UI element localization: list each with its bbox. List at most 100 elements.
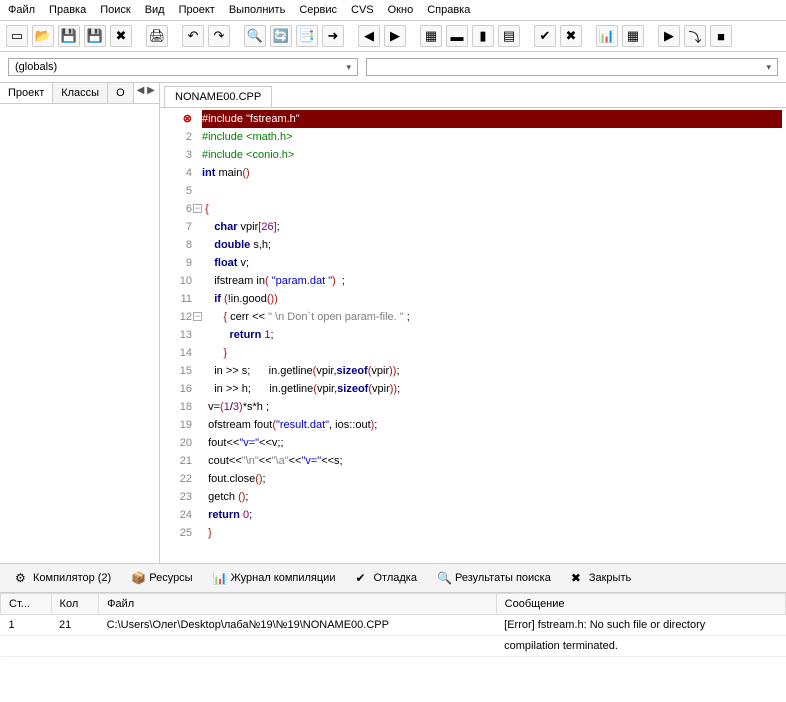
tab-label: Ресурсы bbox=[149, 572, 192, 584]
stop-button[interactable]: ■ bbox=[710, 25, 732, 47]
code-line[interactable]: #include <math.h> bbox=[202, 128, 782, 146]
code-line[interactable]: double s,h; bbox=[202, 236, 782, 254]
code-line[interactable]: in >> h; in.getline(vpir,sizeof(vpir)); bbox=[202, 380, 782, 398]
tab-label: Журнал компиляции bbox=[231, 572, 336, 584]
file-new-button[interactable]: ▭ bbox=[6, 25, 28, 47]
bottom-tab[interactable]: 📊Журнал компиляции bbox=[204, 568, 345, 588]
line-number: 6− bbox=[162, 200, 192, 218]
column-header[interactable]: Ст... bbox=[1, 594, 52, 615]
menu-item[interactable]: Правка bbox=[49, 4, 86, 16]
save-all-button[interactable]: 💾 bbox=[84, 25, 106, 47]
side-nav-arrows[interactable]: ◀ ▶ bbox=[134, 83, 158, 103]
code-line[interactable]: fout.close(); bbox=[202, 470, 782, 488]
line-number: 19 bbox=[162, 416, 192, 434]
replace-button[interactable]: 🔄 bbox=[270, 25, 292, 47]
menu-item[interactable]: Сервис bbox=[299, 4, 337, 16]
chart-button[interactable]: 📊 bbox=[596, 25, 618, 47]
code-line[interactable]: getch (); bbox=[202, 488, 782, 506]
code-line[interactable]: cout<<"\n"<<"\a"<<"v="<<s; bbox=[202, 452, 782, 470]
close-button[interactable]: ✖ bbox=[110, 25, 132, 47]
column-header[interactable]: Кол bbox=[51, 594, 99, 615]
goto-button[interactable]: ➜ bbox=[322, 25, 344, 47]
code-line[interactable]: #include "fstream.h" bbox=[202, 110, 782, 128]
menu-item[interactable]: Выполнить bbox=[229, 4, 285, 16]
code-line[interactable]: v=(1/3)*s*h ; bbox=[202, 398, 782, 416]
menu-item[interactable]: Окно bbox=[388, 4, 414, 16]
bottom-tab[interactable]: 📦Ресурсы bbox=[122, 568, 201, 588]
line-number: 10 bbox=[162, 272, 192, 290]
tile-h-button[interactable]: ▬ bbox=[446, 25, 468, 47]
file-tabs: NONAME00.CPP bbox=[160, 83, 786, 108]
line-number: 2 bbox=[162, 128, 192, 146]
check-button[interactable]: ✔ bbox=[534, 25, 556, 47]
line-number: 18 bbox=[162, 398, 192, 416]
redo-button[interactable]: ↷ bbox=[208, 25, 230, 47]
bottom-tab[interactable]: ✖Закрыть bbox=[562, 568, 640, 588]
undo-button[interactable]: ↶ bbox=[182, 25, 204, 47]
code-line[interactable]: if (!in.good()) bbox=[202, 290, 782, 308]
cascade-button[interactable]: ▤ bbox=[498, 25, 520, 47]
line-number: 4 bbox=[162, 164, 192, 182]
tab-label: Отладка bbox=[373, 572, 416, 584]
step-button[interactable]: ⤵ bbox=[684, 25, 706, 47]
print-button[interactable]: 🖨 bbox=[146, 25, 168, 47]
menu-item[interactable]: Проект bbox=[179, 4, 215, 16]
table-row[interactable]: 121C:\Users\Олег\Desktop\лаба№19\№19\NON… bbox=[1, 615, 786, 636]
folder-open-button[interactable]: 📂 bbox=[32, 25, 54, 47]
back-button[interactable]: ◀ bbox=[358, 25, 380, 47]
menu-item[interactable]: Вид bbox=[145, 4, 165, 16]
column-header[interactable]: Сообщение bbox=[496, 594, 785, 615]
find-button[interactable]: 🔍 bbox=[244, 25, 266, 47]
code-line[interactable]: #include <conio.h> bbox=[202, 146, 782, 164]
run-button[interactable]: ▶ bbox=[658, 25, 680, 47]
code-line[interactable]: } bbox=[202, 344, 782, 362]
code-line[interactable]: in >> s; in.getline(vpir,sizeof(vpir)); bbox=[202, 362, 782, 380]
cancel-button[interactable]: ✖ bbox=[560, 25, 582, 47]
gutter: ⊗23456−789101112−13141516181920212223242… bbox=[160, 108, 198, 563]
table-row[interactable]: compilation terminated. bbox=[1, 636, 786, 657]
code-lines[interactable]: #include "fstream.h"#include <math.h>#in… bbox=[198, 108, 786, 563]
side-tab[interactable]: Классы bbox=[53, 83, 108, 103]
bottom-tab[interactable]: ✔ Отладка bbox=[346, 568, 425, 588]
column-header[interactable]: Файл bbox=[99, 594, 497, 615]
windows-button[interactable]: ▦ bbox=[420, 25, 442, 47]
file-tab[interactable]: NONAME00.CPP bbox=[164, 86, 272, 107]
menu-item[interactable]: Файл bbox=[8, 4, 35, 16]
code-line[interactable]: ifstream in( "param.dat ") ; bbox=[202, 272, 782, 290]
code-line[interactable]: } bbox=[202, 524, 782, 542]
code-line[interactable]: char vpir[26]; bbox=[202, 218, 782, 236]
side-tab[interactable]: О bbox=[108, 83, 134, 103]
code-area[interactable]: ⊗23456−789101112−13141516181920212223242… bbox=[160, 108, 786, 563]
menu-item[interactable]: Справка bbox=[427, 4, 470, 16]
forward-button[interactable]: ▶ bbox=[384, 25, 406, 47]
save-button[interactable]: 💾 bbox=[58, 25, 80, 47]
code-line[interactable]: { bbox=[202, 200, 782, 218]
tile-v-button[interactable]: ▮ bbox=[472, 25, 494, 47]
menu-item[interactable]: Поиск bbox=[100, 4, 130, 16]
code-line[interactable]: fout<<"v="<<v;; bbox=[202, 434, 782, 452]
code-line[interactable]: { cerr << " \n Don`t open param-file. " … bbox=[202, 308, 782, 326]
side-tabs: ПроектКлассыО◀ ▶ bbox=[0, 83, 159, 104]
line-number: 3 bbox=[162, 146, 192, 164]
code-line[interactable] bbox=[202, 182, 782, 200]
grid-button[interactable]: ▦ bbox=[622, 25, 644, 47]
code-line[interactable]: int main() bbox=[202, 164, 782, 182]
side-tab[interactable]: Проект bbox=[0, 83, 53, 103]
tab-icon: ✔ bbox=[355, 571, 369, 585]
bottom-tab[interactable]: 🔍Результаты поиска bbox=[428, 568, 560, 588]
symbol-combo[interactable]: ▾ bbox=[366, 58, 778, 76]
scope-combo[interactable]: (globals) ▾ bbox=[8, 58, 358, 76]
code-line[interactable]: ofstream fout("result.dat", ios::out); bbox=[202, 416, 782, 434]
chevron-down-icon: ▾ bbox=[346, 62, 351, 73]
code-line[interactable]: float v; bbox=[202, 254, 782, 272]
code-line[interactable]: return 1; bbox=[202, 326, 782, 344]
combo-row: (globals) ▾ ▾ bbox=[0, 52, 786, 83]
find-in-files-button[interactable]: 📑 bbox=[296, 25, 318, 47]
code-line[interactable]: return 0; bbox=[202, 506, 782, 524]
bottom-tab[interactable]: ⚙Компилятор (2) bbox=[6, 568, 120, 588]
line-number: 15 bbox=[162, 362, 192, 380]
editor: NONAME00.CPP ⊗23456−789101112−1314151618… bbox=[160, 83, 786, 563]
cell: 21 bbox=[51, 615, 99, 636]
menu-item[interactable]: CVS bbox=[351, 4, 374, 16]
tab-icon: 🔍 bbox=[437, 571, 451, 585]
